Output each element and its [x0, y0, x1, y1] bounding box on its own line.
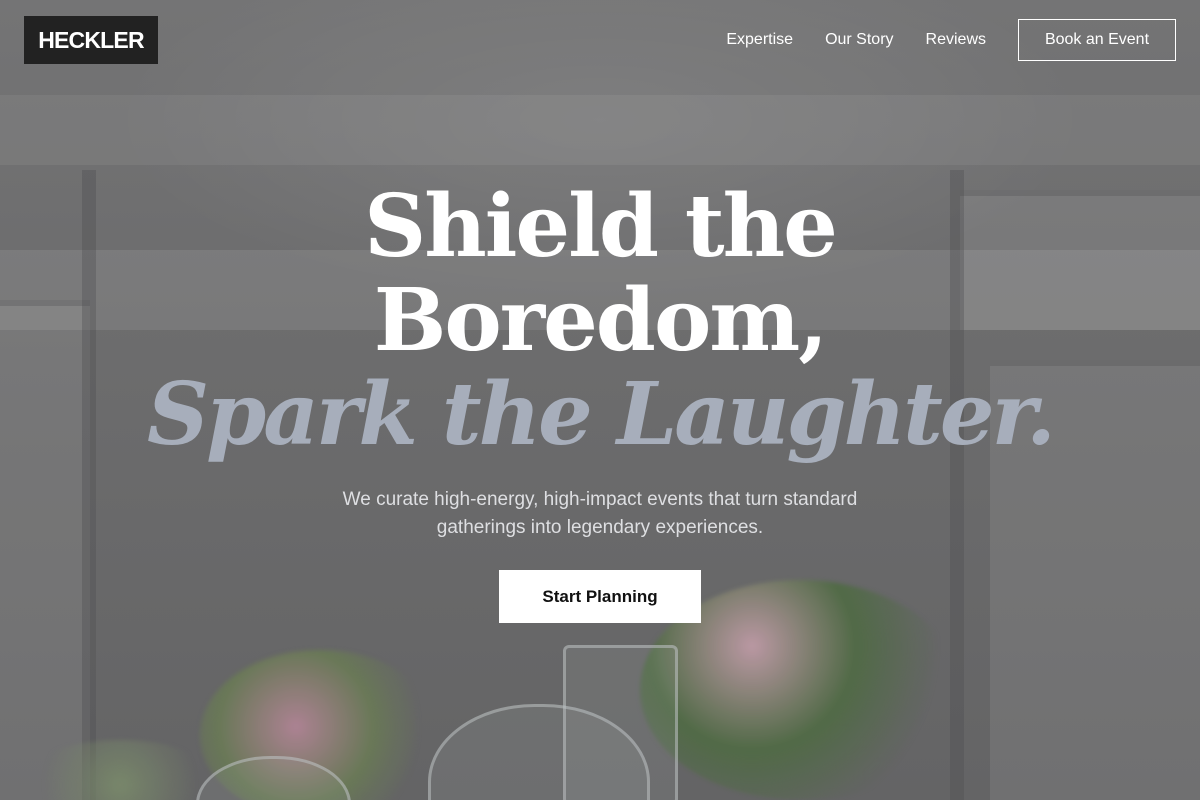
nav-link-reviews[interactable]: Reviews: [926, 31, 986, 49]
subtitle-line-2: gatherings into legendary experiences.: [436, 517, 764, 538]
headline-line-2: Boredom,: [373, 270, 829, 371]
hero-section: Shield the Boredom, Spark the Laughter. …: [0, 180, 1200, 623]
start-planning-button[interactable]: Start Planning: [499, 570, 701, 623]
nav-link-our-story[interactable]: Our Story: [825, 31, 893, 49]
site-header: HECKLER Expertise Our Story Reviews Book…: [0, 0, 1200, 80]
hero-headline: Shield the Boredom, Spark the Laughter.: [0, 180, 1200, 462]
main-nav: Expertise Our Story Reviews Book an Even…: [726, 19, 1176, 61]
subtitle-line-1: We curate high-energy, high-impact event…: [342, 489, 858, 510]
logo[interactable]: HECKLER: [24, 16, 158, 64]
headline-line-1: Shield the: [364, 176, 838, 277]
hero-subtitle: We curate high-energy, high-impact event…: [290, 486, 910, 542]
book-event-button[interactable]: Book an Event: [1018, 19, 1176, 61]
headline-accent: Spark the Laughter.: [147, 364, 1056, 465]
nav-link-expertise[interactable]: Expertise: [726, 31, 793, 49]
